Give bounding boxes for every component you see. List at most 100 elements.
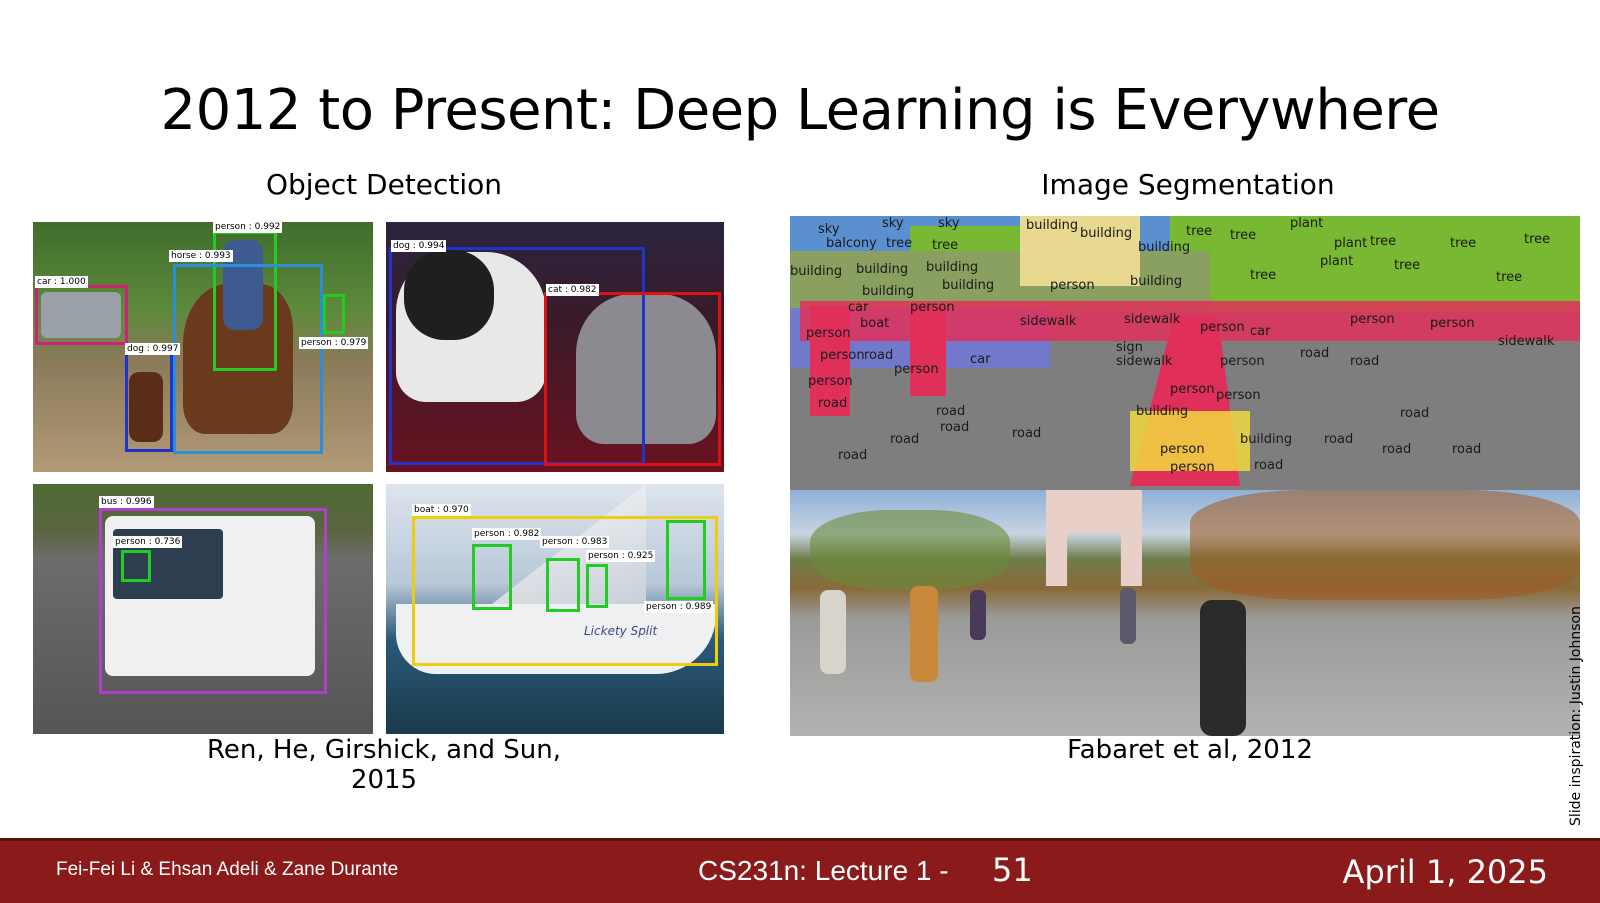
seg-label: plant [1290, 216, 1324, 231]
image-segmentation-heading: Image Segmentation [1041, 168, 1335, 201]
tree-shape [810, 510, 1010, 590]
bbox-label: person : 0.979 [299, 337, 369, 349]
seg-label: road [818, 396, 848, 411]
seg-label: road [1400, 406, 1430, 421]
seg-label: building [926, 260, 979, 275]
seg-label: car [1250, 324, 1271, 339]
bbox-label: person : 0.992 [213, 222, 283, 233]
slide-title: 2012 to Present: Deep Learning is Everyw… [160, 78, 1440, 143]
seg-label: person [1170, 460, 1215, 475]
seg-label: balcony [826, 236, 877, 251]
bbox-person [586, 564, 608, 608]
seg-label: sidewalk [1116, 354, 1173, 369]
seg-label: person [1170, 382, 1215, 397]
segmentation-citation: Fabaret et al, 2012 [1067, 735, 1313, 765]
bbox-dog [125, 352, 173, 452]
detection-image-bus: bus : 0.996 person : 0.736 [33, 484, 373, 734]
seg-label: tree [1230, 228, 1257, 243]
bbox-car [35, 285, 128, 345]
seg-label: tree [1186, 224, 1213, 239]
seg-label: building [862, 284, 915, 299]
bbox-horse [173, 264, 323, 454]
seg-label: sky [938, 216, 960, 231]
seg-label: road [890, 432, 920, 447]
pedestrian-shape [970, 590, 986, 640]
footer-course: CS231n: Lecture 1 - [698, 855, 949, 886]
pedestrian-shape [910, 586, 938, 682]
seg-label: building [1026, 218, 1079, 233]
bbox-cat [544, 292, 721, 466]
seg-label: person [1200, 320, 1245, 335]
seg-label: person [1160, 442, 1205, 457]
footer-bar: Fei-Fei Li & Ehsan Adeli & Zane Durante … [0, 838, 1600, 903]
seg-label: road [1324, 432, 1354, 447]
bbox-label: person : 0.982 [472, 528, 542, 540]
seg-label: car [970, 352, 991, 367]
seg-label: sky [882, 216, 904, 231]
bbox-person [666, 520, 706, 600]
seg-label: road [936, 404, 966, 419]
seg-label: person [808, 374, 853, 389]
seg-label: sidewalk [1020, 314, 1077, 329]
pedestrian-shape [1200, 600, 1246, 736]
detection-image-boat: Lickety Split boat : 0.970 person : 0.98… [386, 484, 724, 734]
seg-label: sidewalk [1498, 334, 1555, 349]
bbox-label: person : 0.925 [586, 550, 656, 562]
seg-person-region [910, 306, 946, 396]
bbox-label: bus : 0.996 [99, 496, 154, 508]
seg-label: road [1350, 354, 1380, 369]
footer-date: April 1, 2025 [1342, 853, 1548, 891]
seg-label: road [864, 348, 894, 363]
side-credit: Slide inspiration: Justin Johnson [1568, 606, 1584, 826]
seg-label: building [1138, 240, 1191, 255]
bbox-label: dog : 0.997 [125, 343, 181, 355]
seg-label: person [910, 300, 955, 315]
bbox-person [472, 544, 512, 610]
detection-image-horse: person : 0.992 car : 1.000 horse : 0.993… [33, 222, 373, 472]
seg-label: tree [1394, 258, 1421, 273]
seg-label: person [1430, 316, 1475, 331]
seg-label: tree [1250, 268, 1277, 283]
seg-label: sky [818, 222, 840, 237]
seg-label: road [1452, 442, 1482, 457]
detection-citation: Ren, He, Girshick, and Sun, 2015 [206, 735, 562, 795]
seg-label: road [1254, 458, 1284, 473]
seg-label: road [940, 420, 970, 435]
pedestrian-shape [820, 590, 846, 674]
seg-label: person [820, 348, 865, 363]
bbox-label: person : 0.989 [644, 601, 714, 613]
bbox-label: cat : 0.982 [546, 284, 599, 296]
seg-label: building [1136, 404, 1189, 419]
detection-image-dog-cat: dog : 0.994 cat : 0.982 [386, 222, 724, 472]
seg-label: building [1080, 226, 1133, 241]
seg-label: tree [1450, 236, 1477, 251]
bbox-label: horse : 0.993 [169, 250, 233, 262]
seg-label: road [1300, 346, 1330, 361]
bbox-label: boat : 0.970 [412, 504, 471, 516]
seg-label: sign [1116, 340, 1143, 355]
segmentation-photo [790, 490, 1580, 736]
seg-label: tree [1370, 234, 1397, 249]
seg-label: boat [860, 316, 890, 331]
seg-label: car [848, 300, 869, 315]
seg-label: building [942, 278, 995, 293]
seg-label: person [1050, 278, 1095, 293]
seg-label: road [838, 448, 868, 463]
seg-label: building [1240, 432, 1293, 447]
seg-label: road [1012, 426, 1042, 441]
seg-label: person [894, 362, 939, 377]
seg-label: sidewalk [1124, 312, 1181, 327]
seg-label: building [856, 262, 909, 277]
bbox-label: dog : 0.994 [391, 240, 447, 252]
bbox-label: person : 0.983 [540, 536, 610, 548]
object-detection-heading: Object Detection [265, 168, 503, 201]
seg-label: road [1382, 442, 1412, 457]
seg-label: tree [1524, 232, 1551, 247]
pedestrian-shape [1120, 588, 1136, 644]
bbox-label: car : 1.000 [35, 276, 88, 288]
seg-label: tree [932, 238, 959, 253]
footer-authors: Fei-Fei Li & Ehsan Adeli & Zane Durante [56, 859, 399, 880]
seg-label: building [1130, 274, 1183, 289]
seg-label: tree [1496, 270, 1523, 285]
seg-label: building [790, 264, 843, 279]
